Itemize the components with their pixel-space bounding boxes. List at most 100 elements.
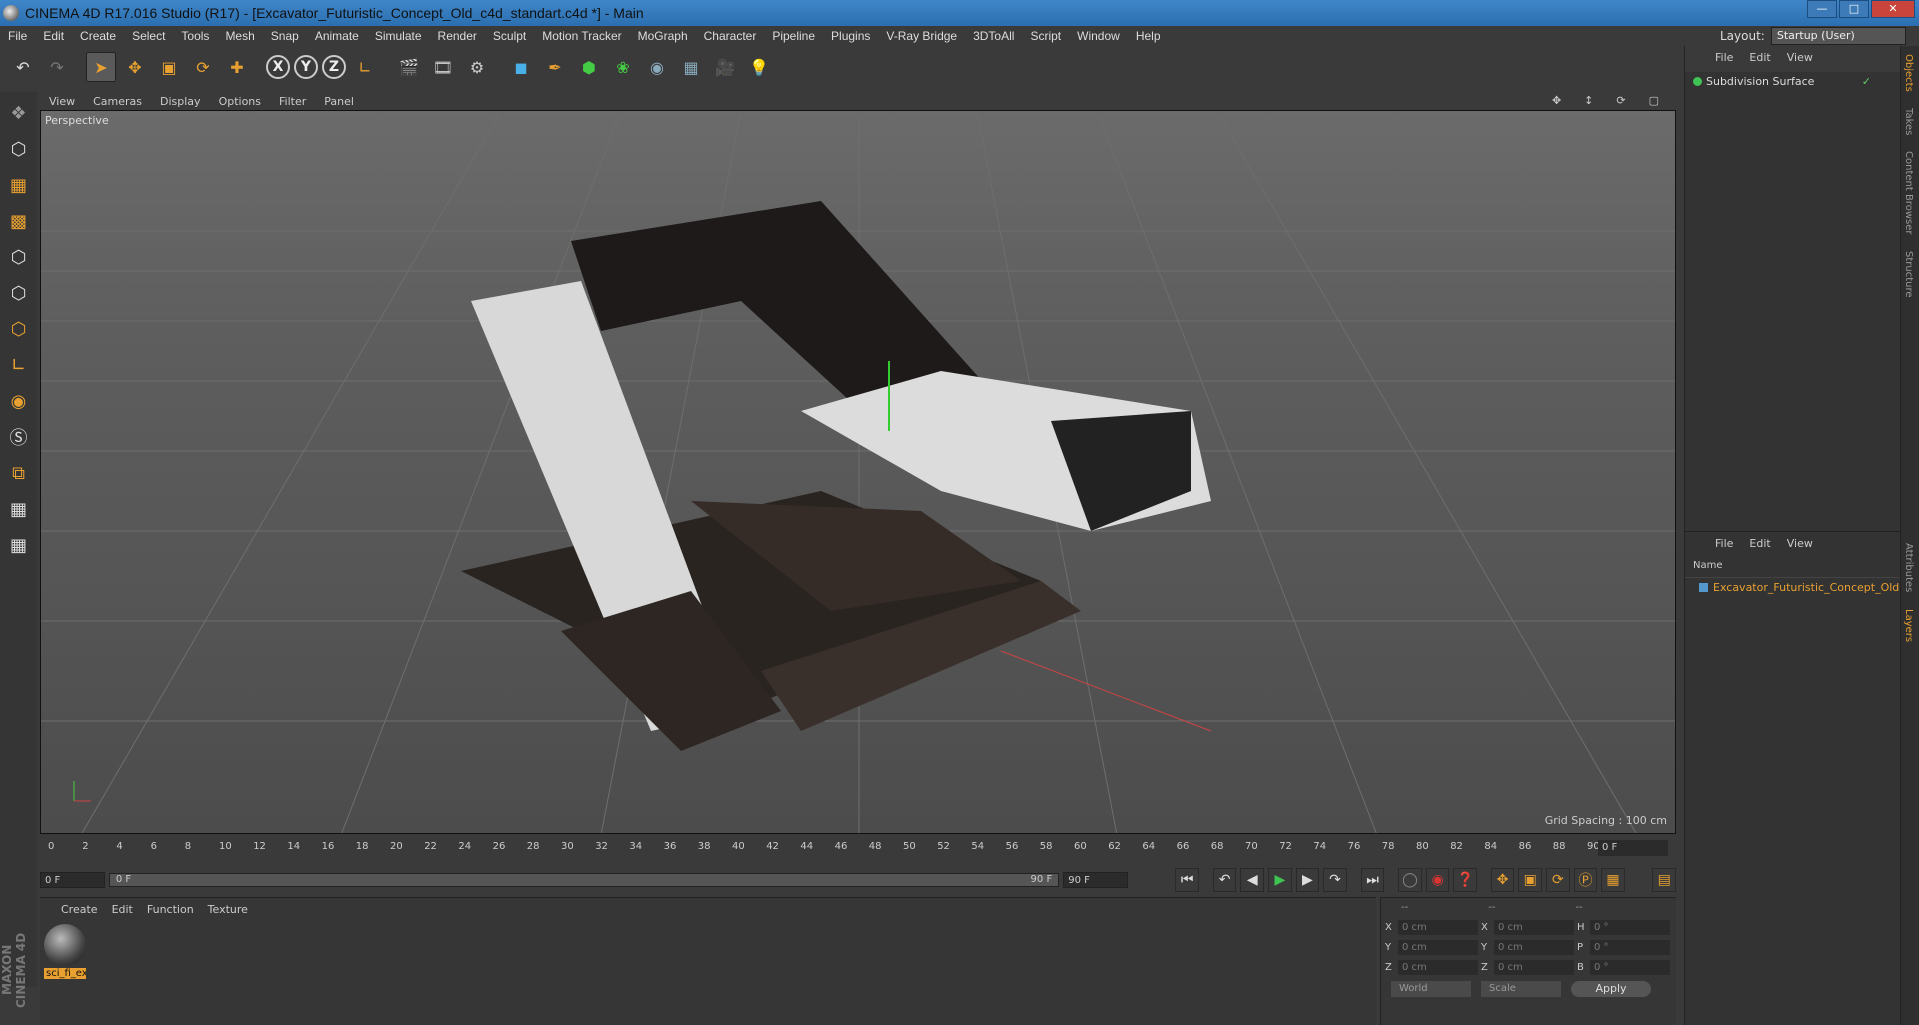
menu-file[interactable]: File — [0, 29, 35, 43]
go-to-previous-key-icon[interactable]: ↶ — [1212, 868, 1237, 892]
render-picture-viewer-icon[interactable]: 🎞 — [428, 52, 458, 82]
objects-menu-file[interactable]: File — [1707, 51, 1741, 64]
coordinate-system-icon[interactable]: ∟ — [350, 52, 380, 82]
objects-menu-view[interactable]: View — [1779, 51, 1821, 64]
menu-pipeline[interactable]: Pipeline — [764, 29, 823, 43]
y-axis-icon[interactable]: Y — [294, 55, 318, 79]
camera-icon[interactable]: 🎥 — [710, 52, 740, 82]
menu-motion-tracker[interactable]: Motion Tracker — [534, 29, 629, 43]
tab-attributes[interactable]: Attributes — [1901, 535, 1916, 600]
pos-x-field[interactable]: 0 cm — [1398, 919, 1478, 935]
timeline-window-icon[interactable]: ▤ — [1652, 868, 1677, 892]
viewport-menu-filter[interactable]: Filter — [270, 95, 315, 108]
make-editable-icon[interactable]: ❖ — [4, 98, 34, 128]
layout-dropdown[interactable]: Startup (User) — [1770, 27, 1906, 45]
redo-icon[interactable]: ↷ — [42, 52, 72, 82]
go-to-end-icon[interactable]: ⏭ — [1360, 868, 1385, 892]
material-item[interactable]: sci_fi_ex — [44, 924, 86, 982]
menu-simulate[interactable]: Simulate — [367, 29, 430, 43]
go-to-start-icon[interactable]: ⏮ — [1175, 868, 1199, 892]
material-menu-function[interactable]: Function — [140, 903, 201, 916]
menu-animate[interactable]: Animate — [307, 29, 367, 43]
size-y-field[interactable]: 0 cm — [1494, 939, 1574, 955]
step-forward-icon[interactable]: ▶ — [1295, 868, 1320, 892]
viewport-menu-options[interactable]: Options — [210, 95, 270, 108]
key-parameter-icon[interactable]: Ⓟ — [1573, 868, 1598, 892]
viewport-move-icon[interactable]: ✥ — [1543, 94, 1570, 107]
deformer-icon[interactable]: ◉ — [642, 52, 672, 82]
tab-content-browser[interactable]: Content Browser — [1901, 143, 1916, 242]
rot-h-field[interactable]: 0 ° — [1590, 919, 1670, 935]
render-view-icon[interactable]: 🎬 — [394, 52, 424, 82]
size-mode-dropdown[interactable]: Scale — [1481, 981, 1561, 997]
rot-p-field[interactable]: 0 ° — [1590, 939, 1670, 955]
key-pla-icon[interactable]: ▦ — [1601, 868, 1625, 892]
render-settings-icon[interactable]: ⚙ — [462, 52, 492, 82]
undo-icon[interactable]: ↶ — [8, 52, 38, 82]
autokey-icon[interactable]: ◉ — [1425, 868, 1450, 892]
menu-render[interactable]: Render — [430, 29, 485, 43]
pos-z-field[interactable]: 0 cm — [1398, 959, 1478, 975]
rot-b-field[interactable]: 0 ° — [1590, 959, 1670, 975]
key-scale-icon[interactable]: ▣ — [1518, 868, 1543, 892]
material-menu-edit[interactable]: Edit — [105, 903, 140, 916]
preview-range-slider[interactable]: 0 F 90 F — [108, 873, 1060, 887]
material-menu-create[interactable]: Create — [54, 903, 105, 916]
planar-workplane-icon[interactable]: ▦ — [4, 530, 34, 560]
x-axis-icon[interactable]: X — [266, 55, 290, 79]
axis-mode-icon[interactable]: ∟ — [4, 350, 34, 380]
tab-layers[interactable]: Layers — [1901, 601, 1916, 650]
material-menu-texture[interactable]: Texture — [201, 903, 255, 916]
model-mode-icon[interactable]: ⬡ — [4, 134, 34, 164]
menu-select[interactable]: Select — [124, 29, 173, 43]
tab-takes[interactable]: Takes — [1901, 100, 1916, 143]
layer-row[interactable]: Excavator_Futuristic_Concept_Old — [1685, 578, 1901, 596]
floor-icon[interactable]: ▦ — [676, 52, 706, 82]
menu-mograph[interactable]: MoGraph — [630, 29, 696, 43]
rotate-icon[interactable]: ⟳ — [188, 52, 218, 82]
start-frame-field[interactable]: 0 F — [40, 872, 105, 888]
current-frame-field[interactable]: 0 F — [1598, 840, 1668, 856]
close-button[interactable]: ✕ — [1871, 0, 1915, 18]
light-icon[interactable]: 💡 — [744, 52, 774, 82]
array-icon[interactable]: ❀ — [608, 52, 638, 82]
menu-3dtoall[interactable]: 3DToAll — [965, 29, 1022, 43]
play-icon[interactable]: ▶ — [1268, 868, 1292, 892]
go-to-next-key-icon[interactable]: ↷ — [1323, 868, 1347, 892]
layers-menu-edit[interactable]: Edit — [1741, 537, 1778, 550]
objects-menu-edit[interactable]: Edit — [1741, 51, 1778, 64]
cube-icon[interactable]: ◼ — [506, 52, 536, 82]
apply-button[interactable]: Apply — [1571, 981, 1651, 997]
points-mode-icon[interactable]: ⬡ — [4, 242, 34, 272]
viewport-menu-view[interactable]: View — [40, 95, 84, 108]
menu-mesh[interactable]: Mesh — [217, 29, 262, 43]
menu-snap[interactable]: Snap — [263, 29, 307, 43]
viewport-menu-display[interactable]: Display — [151, 95, 210, 108]
object-row[interactable]: Subdivision Surface ✓ — [1685, 72, 1901, 90]
tab-structure[interactable]: Structure — [1901, 243, 1916, 306]
maximize-button[interactable]: □ — [1839, 0, 1869, 18]
viewport-maximize-icon[interactable]: ▢ — [1640, 94, 1668, 107]
scale-icon[interactable]: ▣ — [154, 52, 184, 82]
size-x-field[interactable]: 0 cm — [1494, 919, 1574, 935]
timeline-ruler[interactable]: 0 2 4 6 8 10 12 14 16 18 20 22 24 26 28 30 32 34 36 38 40 42 4… — [40, 838, 1676, 858]
tab-objects[interactable]: Objects — [1901, 46, 1916, 100]
menu-sculpt[interactable]: Sculpt — [485, 29, 534, 43]
add-icon[interactable]: ✚ — [222, 52, 252, 82]
subdivision-icon[interactable]: ⬢ — [574, 52, 604, 82]
keyframe-selection-icon[interactable]: ❓ — [1453, 868, 1477, 892]
pos-y-field[interactable]: 0 cm — [1398, 939, 1478, 955]
pen-icon[interactable]: ✒ — [540, 52, 570, 82]
edges-mode-icon[interactable]: ⬡ — [4, 278, 34, 308]
solo-icon[interactable]: Ⓢ — [4, 422, 34, 452]
menu-edit[interactable]: Edit — [35, 29, 72, 43]
snap-icon[interactable]: ⧉ — [4, 458, 34, 488]
menu-create[interactable]: Create — [72, 29, 124, 43]
live-selection-icon[interactable]: ➤ — [86, 52, 116, 82]
menu-script[interactable]: Script — [1022, 29, 1069, 43]
move-icon[interactable]: ✥ — [120, 52, 150, 82]
polygons-mode-icon[interactable]: ⬡ — [4, 314, 34, 344]
menu-tools[interactable]: Tools — [173, 29, 217, 43]
z-axis-icon[interactable]: Z — [322, 55, 346, 79]
visibility-check-icon[interactable]: ✓ — [1862, 75, 1871, 88]
